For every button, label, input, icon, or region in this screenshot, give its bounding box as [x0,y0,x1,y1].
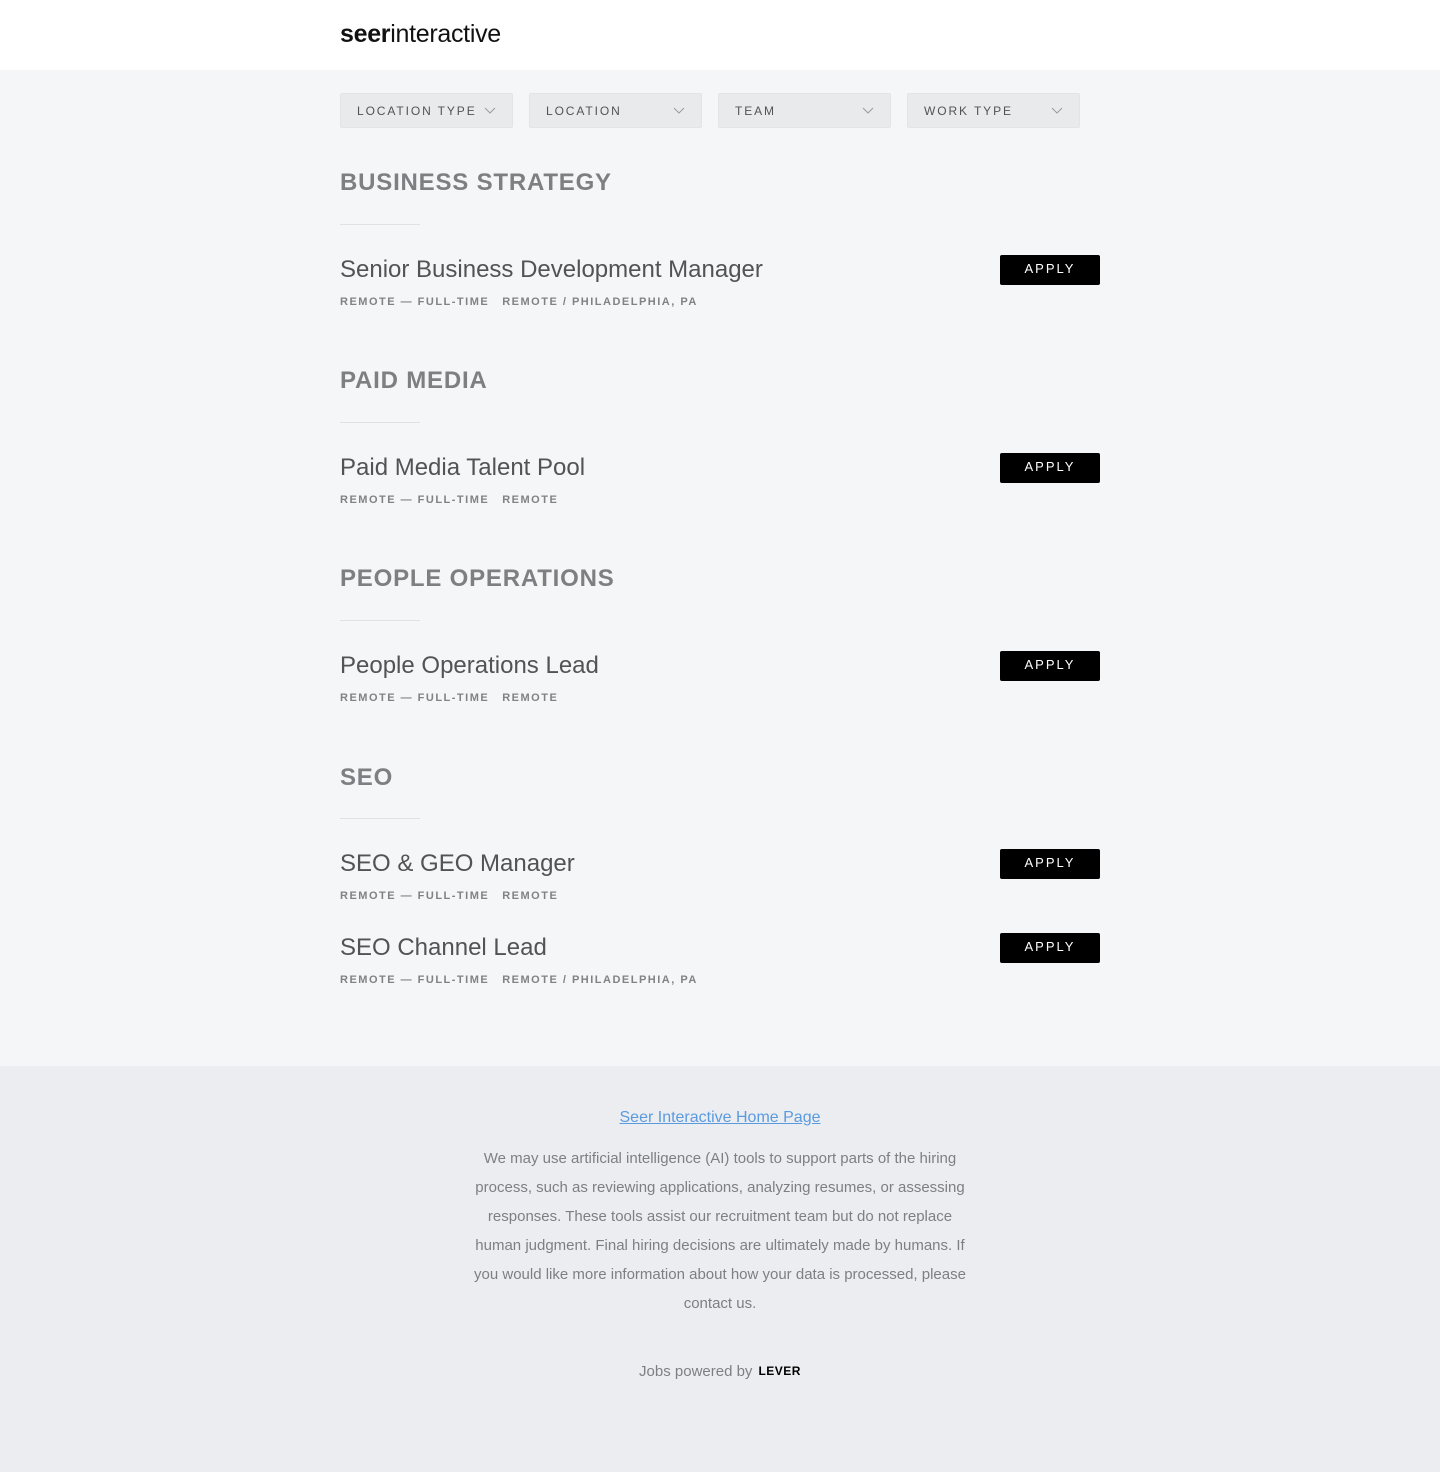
section-divider [340,818,420,819]
apply-button[interactable]: APPLY [1000,849,1100,879]
filter-work-type[interactable]: WORK TYPE [907,93,1080,128]
section-title: BUSINESS STRATEGY [340,169,612,196]
section-divider [340,620,420,621]
job-title-link[interactable]: Paid Media Talent Pool [340,453,585,483]
job-commitment: REMOTE — FULL-TIME [340,494,490,506]
job-location: REMOTE [502,692,559,704]
job-location: REMOTE [502,890,559,902]
job-title-link[interactable]: SEO Channel Lead [340,933,547,963]
filter-label: WORK TYPE [924,104,1013,118]
filter-team[interactable]: TEAM [718,93,891,128]
chevron-down-icon [862,107,874,114]
job-commitment: REMOTE — FULL-TIME [340,692,490,704]
job-location: REMOTE / PHILADELPHIA, PA [502,974,698,986]
job-title-link[interactable]: Senior Business Development Manager [340,255,763,285]
filter-label: TEAM [735,104,776,118]
site-header: seerinteractive [0,0,1440,70]
filter-location[interactable]: LOCATION [529,93,702,128]
section-divider [340,224,420,225]
site-footer: Seer Interactive Home Page We may use ar… [0,1066,1440,1472]
job-meta: REMOTE — FULL-TIME REMOTE [340,493,558,507]
postings-main: LOCATION TYPE LOCATION TEAM WORK TYPE BU… [0,70,1440,1066]
chevron-down-icon [673,107,685,114]
job-posting: Senior Business Development Manager REMO… [340,255,1100,315]
lever-logo[interactable]: LEVER [758,1364,801,1378]
filter-location-type[interactable]: LOCATION TYPE [340,93,513,128]
home-page-link[interactable]: Seer Interactive Home Page [0,1109,1440,1127]
job-location: REMOTE [502,494,559,506]
apply-button[interactable]: APPLY [1000,453,1100,483]
job-commitment: REMOTE — FULL-TIME [340,890,490,902]
job-commitment: REMOTE — FULL-TIME [340,974,490,986]
powered-by-text: Jobs powered by [639,1363,753,1380]
job-title-link[interactable]: SEO & GEO Manager [340,849,575,879]
chevron-down-icon [1051,107,1063,114]
filter-label: LOCATION TYPE [357,104,477,118]
filter-label: LOCATION [546,104,622,118]
apply-button[interactable]: APPLY [1000,255,1100,285]
job-posting: SEO Channel Lead REMOTE — FULL-TIME REMOT… [340,933,1100,993]
chevron-down-icon [484,107,496,114]
section-divider [340,422,420,423]
seer-interactive-logo[interactable]: seerinteractive [340,20,501,49]
job-posting: Paid Media Talent Pool REMOTE — FULL-TIM… [340,453,1100,513]
job-location: REMOTE / PHILADELPHIA, PA [502,296,698,308]
job-posting: SEO & GEO Manager REMOTE — FULL-TIME REMO… [340,849,1100,909]
apply-button[interactable]: APPLY [1000,651,1100,681]
section-title: PAID MEDIA [340,367,488,394]
job-posting: People Operations Lead REMOTE — FULL-TIM… [340,651,1100,711]
job-meta: REMOTE — FULL-TIME REMOTE [340,889,558,903]
job-commitment: REMOTE — FULL-TIME [340,296,490,308]
section-title: PEOPLE OPERATIONS [340,565,615,592]
job-meta: REMOTE — FULL-TIME REMOTE [340,691,558,705]
job-meta: REMOTE — FULL-TIME REMOTE / PHILADELPHIA,… [340,295,698,309]
ai-notice-text: We may use artificial intelligence (AI) … [474,1150,966,1312]
job-title-link[interactable]: People Operations Lead [340,651,599,681]
apply-button[interactable]: APPLY [1000,933,1100,963]
powered-by: Jobs powered by LEVER [0,1363,1440,1380]
job-meta: REMOTE — FULL-TIME REMOTE / PHILADELPHIA,… [340,973,698,987]
section-title: SEO [340,764,394,791]
filter-bar: LOCATION TYPE LOCATION TEAM WORK TYPE [340,93,1100,128]
